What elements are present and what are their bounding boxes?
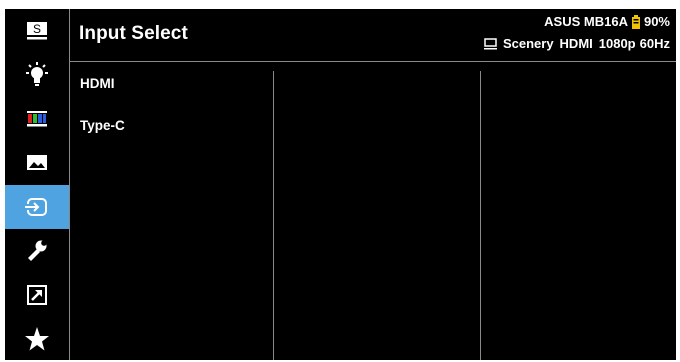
signal-info: 1080p 60Hz <box>599 36 670 51</box>
model-info: ASUS MB16A 90% <box>544 14 670 29</box>
sidebar-item-input-select[interactable] <box>5 185 69 229</box>
input-option-list: HDMI Type-C <box>80 75 125 159</box>
osd-menu: S Input Select ASUS MB16A 90% Scenery HD… <box>5 9 676 360</box>
image-icon <box>27 155 47 170</box>
sidebar-item-color[interactable] <box>5 97 69 141</box>
sidebar-item-system-setup[interactable] <box>5 229 69 273</box>
battery-icon <box>631 14 640 29</box>
page-title: Input Select <box>79 23 188 44</box>
svg-text:S: S <box>33 22 41 36</box>
sidebar-item-image[interactable] <box>5 141 69 185</box>
shortcut-arrow-icon <box>27 285 47 305</box>
sidebar-item-favorite[interactable] <box>5 317 69 361</box>
splendid-s-icon: S <box>27 22 47 40</box>
resolution-label: 1080p <box>598 36 636 51</box>
option-hdmi[interactable]: HDMI <box>80 75 125 117</box>
sidebar-item-blue-light[interactable] <box>5 53 69 97</box>
blue-light-bulb-icon <box>26 62 48 86</box>
input-label: HDMI <box>559 36 593 51</box>
color-bars-icon <box>27 111 47 127</box>
header-divider <box>70 61 676 62</box>
sidebar: S <box>5 9 69 360</box>
sidebar-item-splendid[interactable]: S <box>5 9 69 53</box>
option-type-c[interactable]: Type-C <box>80 117 125 159</box>
column-divider-1 <box>273 71 274 360</box>
column-divider-2 <box>480 71 481 360</box>
monitor-icon <box>483 37 497 49</box>
model-name: ASUS MB16A <box>544 14 628 29</box>
star-icon <box>25 327 49 351</box>
sidebar-item-shortcut[interactable] <box>5 273 69 317</box>
battery-percent: 90% <box>643 14 670 29</box>
refresh-label: 60Hz <box>639 36 670 51</box>
mode-label: Scenery <box>502 36 554 51</box>
input-select-icon <box>25 198 47 216</box>
header: Input Select ASUS MB16A 90% Scenery HDMI… <box>70 9 676 61</box>
wrench-icon <box>28 240 47 261</box>
status-line: Scenery HDMI 1080p 60Hz <box>483 36 670 51</box>
